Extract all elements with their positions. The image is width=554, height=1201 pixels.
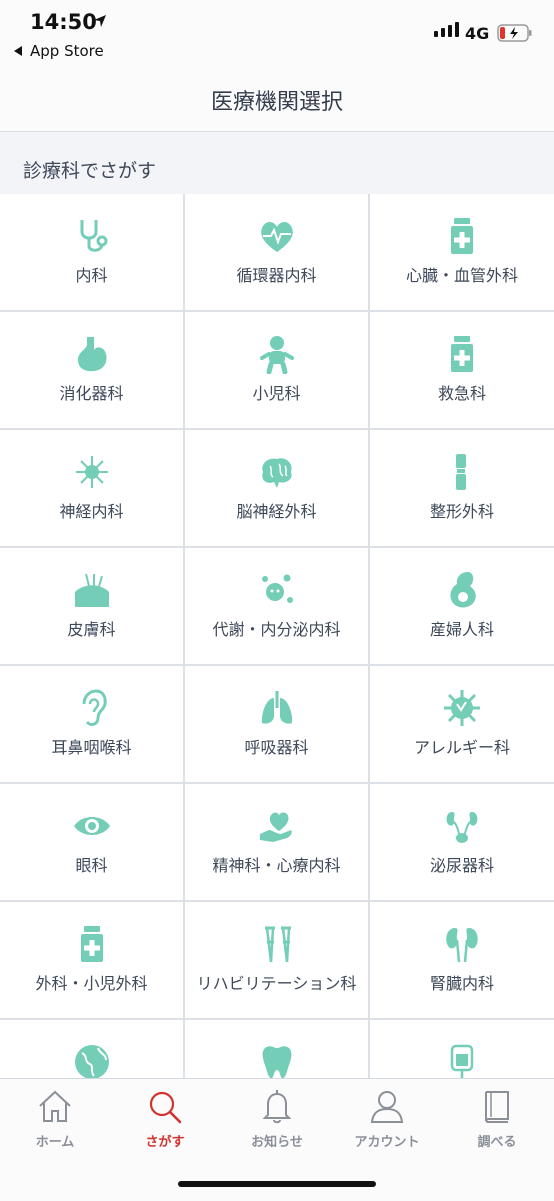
department-cell[interactable]: 循環器内科: [185, 194, 368, 310]
department-cell[interactable]: 泌尿器科: [370, 784, 554, 900]
brain-icon: [261, 458, 292, 488]
department-cell[interactable]: 皮膚科: [0, 548, 183, 664]
department-cell[interactable]: 呼吸器科: [185, 666, 368, 782]
tab-lookup[interactable]: 調べる: [442, 1079, 552, 1159]
department-cell[interactable]: 内科: [0, 194, 183, 310]
tab-search[interactable]: さがす: [110, 1079, 220, 1159]
department-label: 皮膚科: [67, 620, 116, 639]
eye-icon: [73, 817, 110, 835]
department-label: 整形外科: [429, 502, 494, 521]
tab-account[interactable]: アカウント: [332, 1079, 442, 1159]
tab-label: さがす: [145, 1135, 185, 1150]
department-cell[interactable]: 心臓・血管外科: [370, 194, 554, 310]
bell-icon: [262, 1090, 292, 1124]
department-label: アレルギー科: [413, 738, 510, 757]
neuron-icon: [75, 456, 108, 488]
book-icon: [485, 1091, 509, 1123]
department-label: 代謝・内分泌内科: [212, 620, 341, 639]
department-cell[interactable]: [185, 1020, 368, 1078]
department-label: 眼科: [75, 856, 108, 875]
department-label: 消化器科: [59, 384, 124, 403]
department-cell[interactable]: 精神科・心療内科: [185, 784, 368, 900]
status-time: 14:50: [30, 10, 97, 34]
department-cell[interactable]: 産婦人科: [370, 548, 554, 664]
department-cell[interactable]: 外科・小児外科: [0, 902, 183, 1018]
department-cell[interactable]: 眼科: [0, 784, 183, 900]
stomach-icon: [77, 337, 106, 372]
tab-notifications[interactable]: お知らせ: [222, 1079, 332, 1159]
cells-icon: [261, 574, 293, 603]
home-icon: [39, 1090, 71, 1122]
iv-bag-icon: [450, 1044, 474, 1078]
tab-label: お知らせ: [251, 1135, 303, 1150]
department-cell[interactable]: リハビリテーション科: [185, 902, 368, 1018]
back-triangle-icon: [14, 46, 22, 56]
medicine-bottle-icon: [451, 218, 473, 254]
person-icon: [370, 1091, 404, 1123]
page-title: 医療機関選択: [210, 90, 343, 115]
department-cell[interactable]: [370, 1020, 554, 1078]
bone-joint-icon: [456, 454, 466, 490]
cellular-signal-icon: [434, 22, 459, 37]
heart-hand-icon: [259, 812, 292, 842]
department-cell[interactable]: 小児科: [185, 312, 368, 428]
battery-low-icon: [497, 24, 532, 42]
department-label: 内科: [75, 266, 108, 285]
search-icon: [149, 1091, 182, 1124]
crutches-icon: [264, 926, 291, 963]
department-label: 循環器内科: [236, 266, 317, 285]
network-type: 4G: [465, 24, 490, 43]
home-indicator: [178, 1181, 376, 1187]
department-label: 精神科・心療内科: [212, 856, 341, 875]
department-label: 神経内科: [59, 502, 124, 521]
medicine-bottle-icon: [451, 336, 473, 372]
kidneys-icon: [446, 928, 478, 963]
heart-pulse-icon: [260, 221, 293, 252]
back-to-app-store[interactable]: App Store: [14, 42, 104, 60]
navigation-bar: 医療機関選択: [0, 64, 554, 132]
tab-label: アカウント: [354, 1135, 420, 1150]
section-header: 診療科でさがす: [0, 132, 554, 195]
department-cell[interactable]: 救急科: [370, 312, 554, 428]
stethoscope-icon: [80, 220, 107, 252]
globe-icon: [74, 1045, 109, 1078]
ear-icon: [82, 689, 107, 727]
section-title: 診療科でさがす: [23, 160, 157, 182]
location-arrow-icon: [94, 15, 106, 27]
tab-label: 調べる: [477, 1135, 517, 1150]
department-label: 産婦人科: [429, 620, 494, 639]
department-cell[interactable]: 神経内科: [0, 430, 183, 546]
lungs-icon: [261, 691, 292, 724]
department-cell[interactable]: 腎臓内科: [370, 902, 554, 1018]
department-label: 泌尿器科: [429, 856, 494, 875]
department-label: 脳神経外科: [236, 502, 317, 521]
department-label: 救急科: [437, 384, 486, 403]
tooth-icon: [262, 1046, 291, 1078]
pregnancy-icon: [450, 572, 476, 608]
department-cell[interactable]: 代謝・内分泌内科: [185, 548, 368, 664]
department-cell[interactable]: 脳神経外科: [185, 430, 368, 546]
department-label: 腎臓内科: [429, 974, 494, 993]
department-grid: 内科 循環器内科 心臓・血管外科消化器科 小児科 救急科神経内科 脳神経外科 整形外科皮膚科…: [0, 194, 554, 1078]
baby-icon: [259, 336, 294, 374]
kidney-bladder-icon: [446, 812, 478, 843]
medicine-bottle-icon: [80, 926, 103, 962]
department-label: リハビリテーション科: [196, 974, 357, 993]
department-label: 外科・小児外科: [35, 974, 148, 993]
skin-hair-icon: [74, 573, 109, 607]
virus-icon: [444, 690, 480, 726]
department-label: 耳鼻咽喉科: [51, 738, 132, 757]
back-label: App Store: [30, 42, 104, 60]
department-label: 呼吸器科: [244, 738, 309, 757]
department-label: 心臓・血管外科: [405, 266, 518, 285]
department-cell[interactable]: アレルギー科: [370, 666, 554, 782]
department-cell[interactable]: 整形外科: [370, 430, 554, 546]
department-cell[interactable]: [0, 1020, 183, 1078]
department-cell[interactable]: 耳鼻咽喉科: [0, 666, 183, 782]
status-bar: 14:50 App Store 4G: [0, 0, 554, 64]
department-label: 小児科: [252, 384, 301, 403]
tab-home[interactable]: ホーム: [0, 1079, 110, 1159]
department-cell[interactable]: 消化器科: [0, 312, 183, 428]
tab-label: ホーム: [35, 1135, 75, 1150]
